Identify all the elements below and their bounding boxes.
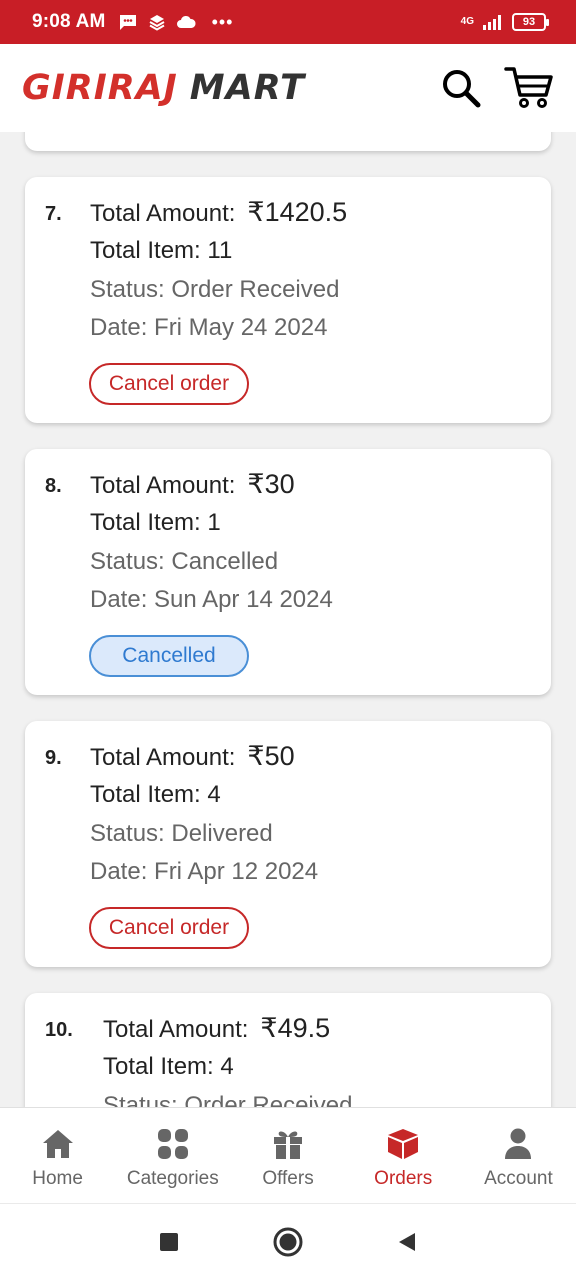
- back-icon[interactable]: [396, 1231, 418, 1253]
- order-status: Status: Cancelled: [90, 548, 279, 575]
- categories-icon: [157, 1129, 188, 1159]
- order-amount: Total Amount: ₹1420.5: [90, 197, 347, 228]
- cancelled-badge: Cancelled: [89, 635, 249, 677]
- more-dots-icon: •••: [211, 11, 234, 32]
- user-icon: [505, 1128, 532, 1159]
- home-circle-icon[interactable]: [272, 1226, 304, 1258]
- amount-label: Total Amount:: [90, 472, 236, 499]
- order-amount: Total Amount: ₹30: [90, 469, 295, 500]
- nav-label: Offers: [262, 1168, 314, 1189]
- order-items: Total Item: 11: [90, 237, 233, 264]
- cancel-order-button[interactable]: Cancel order: [89, 363, 249, 405]
- order-index: 10.: [45, 1019, 73, 1041]
- stack-icon: [149, 15, 165, 31]
- search-button[interactable]: [440, 67, 482, 109]
- recents-icon[interactable]: [158, 1231, 180, 1253]
- app-logo: GIRIRAJ MART: [22, 68, 305, 108]
- order-card: 8. Total Amount: ₹30 Total Item: 1 Status…: [25, 449, 551, 695]
- order-index: 9.: [45, 747, 62, 769]
- cart-button[interactable]: [504, 65, 554, 111]
- order-items: Total Item: 4: [103, 1053, 234, 1080]
- network-type: 4G: [460, 16, 474, 27]
- order-card: 9. Total Amount: ₹50 Total Item: 4 Status…: [25, 721, 551, 967]
- order-card: 10. Total Amount: ₹49.5 Total Item: 4 Sta…: [25, 993, 551, 1108]
- cloud-icon: [176, 15, 196, 28]
- nav-offers[interactable]: Offers: [230, 1108, 345, 1203]
- nav-label: Account: [484, 1168, 553, 1189]
- amount-value: ₹49.5: [260, 1013, 331, 1043]
- battery-level: 93: [522, 16, 536, 28]
- orders-list[interactable]: 7. Total Amount: ₹1420.5 Total Item: 11 S…: [0, 132, 576, 1108]
- order-status: Status: Order Received: [103, 1092, 353, 1108]
- amount-label: Total Amount:: [90, 744, 236, 771]
- status-right: 4G 93: [460, 13, 549, 31]
- nav-label: Orders: [374, 1168, 433, 1189]
- amount-label: Total Amount:: [90, 200, 236, 227]
- app-header: GIRIRAJ MART: [0, 44, 576, 132]
- home-icon: [42, 1130, 73, 1158]
- logo-part1: GIRIRAJ: [22, 68, 178, 108]
- order-status: Status: Delivered: [90, 820, 273, 847]
- order-amount: Total Amount: ₹50: [90, 741, 295, 772]
- battery-icon: 93: [512, 13, 549, 31]
- nav-orders[interactable]: Orders: [346, 1108, 461, 1203]
- cart-icon: [504, 67, 553, 108]
- order-date: Date: Fri Apr 12 2024: [90, 858, 319, 885]
- order-items: Total Item: 1: [90, 509, 221, 536]
- order-date: Date: Fri May 24 2024: [90, 314, 328, 341]
- amount-value: ₹50: [247, 741, 295, 771]
- amount-value: ₹30: [247, 469, 295, 499]
- nav-categories[interactable]: Categories: [115, 1108, 230, 1203]
- nav-label: Categories: [126, 1168, 219, 1189]
- cancel-order-button[interactable]: Cancel order: [89, 907, 249, 949]
- order-date: Date: Sun Apr 14 2024: [90, 586, 333, 613]
- system-navigation-bar: [0, 1203, 576, 1280]
- logo-part2: MART: [189, 68, 305, 108]
- order-status: Status: Order Received: [90, 276, 340, 303]
- order-index: 7.: [45, 203, 62, 225]
- nav-account[interactable]: Account: [461, 1108, 576, 1203]
- nav-home[interactable]: Home: [0, 1108, 115, 1203]
- bottom-navigation: Home Categories Offers Orders Account: [0, 1107, 576, 1203]
- nav-label: Home: [32, 1168, 83, 1189]
- box-icon: [388, 1129, 419, 1159]
- order-amount: Total Amount: ₹49.5: [103, 1013, 330, 1044]
- signal-icon: [483, 15, 501, 30]
- order-index: 8.: [45, 475, 62, 497]
- gift-icon: [274, 1131, 302, 1159]
- search-icon: [443, 70, 481, 108]
- status-bar: 9:08 AM ••• 4G 93: [0, 0, 576, 44]
- notification-icons: •••: [118, 12, 234, 33]
- amount-label: Total Amount:: [103, 1016, 249, 1043]
- order-card: 7. Total Amount: ₹1420.5 Total Item: 11 S…: [25, 177, 551, 423]
- message-icon: [119, 15, 136, 30]
- status-time: 9:08 AM: [32, 11, 106, 32]
- order-items: Total Item: 4: [90, 781, 221, 808]
- order-card-previous: [25, 132, 551, 151]
- amount-value: ₹1420.5: [247, 197, 348, 227]
